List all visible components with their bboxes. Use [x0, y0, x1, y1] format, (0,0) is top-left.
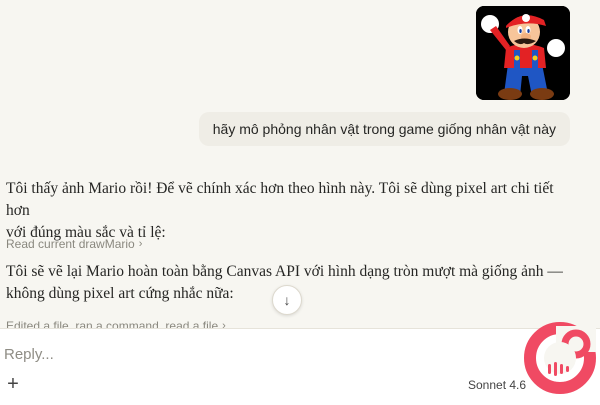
model-selector[interactable]: Sonnet 4.6 — [468, 378, 526, 392]
uploaded-mario-image[interactable] — [476, 6, 570, 100]
assistant-message-paragraph: Tôi thấy ảnh Mario rồi! Để vẽ chính xác … — [6, 178, 566, 244]
tool-call-label: Read current drawMario — [6, 237, 135, 251]
watermark-logo — [520, 318, 600, 398]
user-message-bubble: hãy mô phỏng nhân vật trong game giống n… — [198, 112, 570, 146]
arrow-down-icon: ↓ — [283, 292, 291, 308]
tool-call-summary-read[interactable]: Read current drawMario › — [6, 237, 142, 251]
plus-icon: + — [7, 373, 19, 395]
assistant-text-line: Tôi sẽ vẽ lại Mario hoàn toàn bằng Canva… — [6, 263, 563, 280]
reply-input[interactable] — [4, 341, 464, 367]
assistant-text-line: Tôi thấy ảnh Mario rồi! Để vẽ chính xác … — [6, 180, 554, 219]
add-attachment-button[interactable]: + — [4, 373, 22, 395]
scroll-to-bottom-button[interactable]: ↓ — [272, 285, 302, 315]
user-message-text: hãy mô phỏng nhân vật trong game giống n… — [212, 121, 556, 137]
reply-composer: + Sonnet 4.6 — [0, 328, 600, 405]
chevron-right-icon: › — [138, 238, 143, 250]
mario-illustration — [476, 6, 570, 100]
